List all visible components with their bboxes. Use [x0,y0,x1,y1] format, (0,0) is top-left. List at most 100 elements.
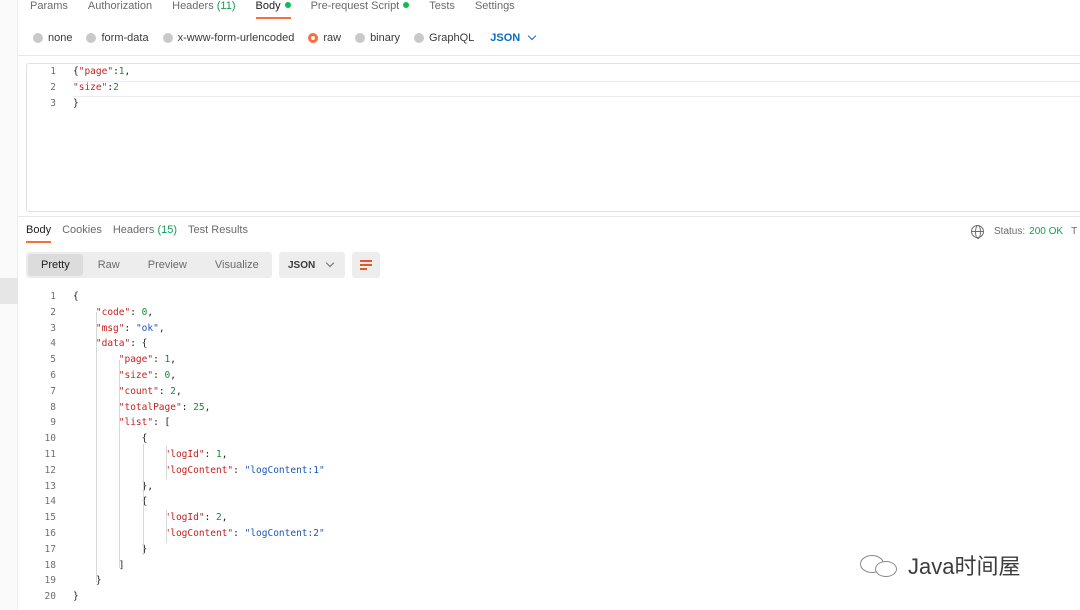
line-number: 13 [44,480,56,492]
response-tab-cookies[interactable]: Cookies [62,224,102,244]
view-mode-preview[interactable]: Preview [135,254,200,276]
radio-circle-icon [414,33,425,43]
json-punct: , [221,449,228,460]
radio-form-data[interactable]: form-data [86,32,149,44]
globe-icon[interactable] [971,224,984,239]
format-select-value: JSON [288,259,316,271]
radio-label: raw [323,32,342,44]
radio-circle-icon [86,33,97,43]
json-string: "logContent:2" [244,528,325,539]
indent-guide [166,446,167,479]
json-key: "page" [78,66,114,77]
view-mode-raw[interactable]: Raw [85,254,133,276]
json-number: 25 [193,401,205,413]
code-line: "count": 2, [73,384,182,400]
json-punct [73,307,96,318]
status-label: Status: [994,225,1026,237]
radio-circle-icon [355,33,366,43]
line-number: 15 [44,512,56,524]
json-punct: , [147,306,154,318]
response-tab-body[interactable]: Body [26,224,52,244]
format-select[interactable]: JSON [279,252,345,278]
line-number: 4 [50,338,56,350]
tab-count: (11) [216,0,236,12]
line-number: 20 [44,591,56,603]
json-key: "size" [73,82,108,93]
line-number: 3 [50,322,56,334]
language-select[interactable]: JSON [490,31,537,44]
line-number: 10 [44,433,56,445]
radio-graphql[interactable]: GraphQL [414,32,474,44]
json-string: "logContent:1" [244,464,325,476]
json-punct: : [204,512,217,524]
divider [18,55,1080,56]
response-status: Status: 200 OK T [971,224,1078,239]
json-string: "ok" [135,322,159,334]
json-key: "logId" [164,512,205,524]
json-punct: : [153,370,165,381]
code-line: ] [73,558,125,574]
radio-label: x-www-form-urlencoded [177,32,295,44]
status-value[interactable]: 200 OK [1029,226,1063,237]
radio-circle-icon [162,33,173,43]
json-punct: : [233,464,245,476]
tab-settings[interactable]: Settings [475,0,515,20]
json-punct: } [73,543,148,555]
sidebar-selected-item[interactable] [0,278,18,304]
json-number: 2 [113,82,119,93]
json-punct [73,323,96,334]
json-key: "code" [95,306,131,318]
json-key: "count" [118,385,159,397]
code-line: "page": 1, [73,352,176,368]
json-punct: : [204,449,217,460]
request-body-editor[interactable] [26,63,1080,212]
line-number: 3 [50,98,56,109]
tab-params[interactable]: Params [30,0,68,20]
radio-binary[interactable]: binary [355,32,400,44]
response-tab-test-results[interactable]: Test Results [188,224,248,244]
radio-label: binary [370,32,401,44]
json-punct: , [170,354,177,366]
tab-headers[interactable]: Headers (11) [172,0,235,20]
code-line: {"page":1, [73,64,130,80]
tab-label: Body [255,0,281,12]
response-tab-headers[interactable]: Headers (15) [113,224,177,244]
tab-body[interactable]: Body [255,0,291,20]
code-line: } [73,96,79,112]
line-number: 2 [50,306,56,318]
wechat-icon [858,551,900,579]
status-trailing-text: T [1071,225,1078,237]
line-number: 8 [50,401,56,413]
radio-x-www-form-urlencoded[interactable]: x-www-form-urlencoded [162,32,295,44]
json-punct: , [204,401,211,413]
view-mode-visualize[interactable]: Visualize [202,254,272,276]
json-key: "logContent" [164,528,234,539]
view-mode-pretty[interactable]: Pretty [28,254,83,276]
json-punct [73,338,96,349]
radio-none[interactable]: none [33,32,72,44]
tab-authorization[interactable]: Authorization [88,0,152,20]
json-key: "list" [118,417,154,429]
line-number: 5 [50,354,56,366]
wrap-lines-button[interactable] [352,252,380,278]
tab-pre-request-script[interactable]: Pre-request Script [311,0,410,20]
json-punct: { [73,291,79,302]
json-punct: : [153,354,165,366]
code-line: "logContent": "logContent:1" [73,463,325,479]
code-line: "totalPage": 25, [73,400,211,416]
json-punct: , [170,370,177,381]
indent-guide [143,507,144,554]
tab-tests[interactable]: Tests [429,0,455,20]
json-key: "page" [118,354,154,366]
line-number: 11 [44,449,56,460]
code-line: "code": 0, [73,305,153,321]
tab-count: (15) [157,224,178,236]
code-line: } [73,589,79,605]
json-punct: , [221,512,228,524]
json-key: "msg" [95,322,125,334]
radio-raw[interactable]: raw [308,32,341,44]
json-punct: : [181,401,194,413]
json-punct: : [158,385,171,397]
line-number: 9 [50,417,56,429]
code-line: "msg": "ok", [73,321,165,337]
